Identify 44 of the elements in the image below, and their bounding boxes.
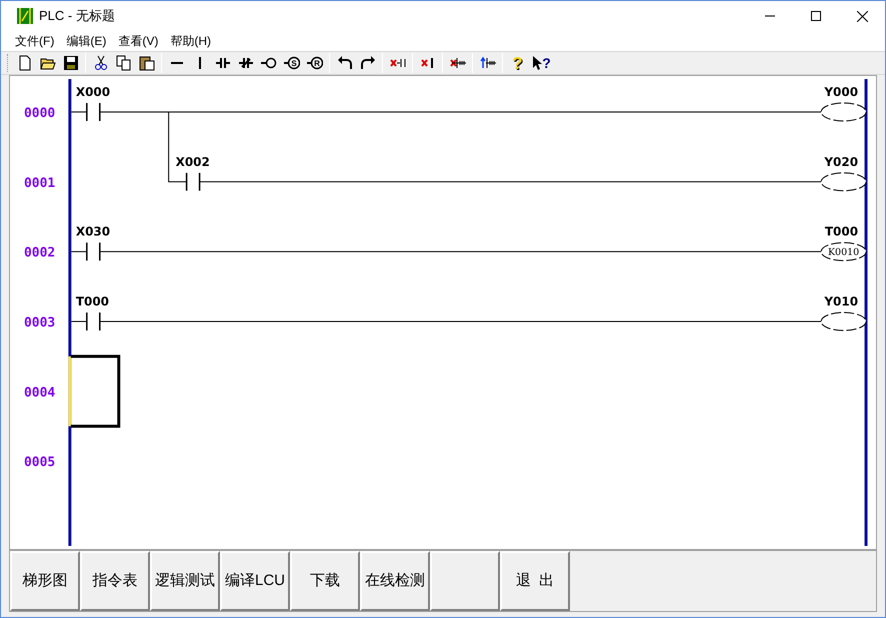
wire — [70, 320, 88, 322]
rung-number: 0003 — [24, 315, 56, 330]
coil-symbol — [820, 172, 867, 192]
command-button[interactable]: 编译LCU — [220, 551, 290, 611]
contact-symbol — [86, 242, 101, 262]
rung-number: 0004 — [24, 385, 56, 400]
menu-item[interactable]: 帮助(H) — [164, 31, 217, 51]
window-title: PLC - 无标题 — [39, 7, 115, 26]
contact-symbol — [186, 172, 200, 192]
rung-number: 0002 — [24, 246, 56, 261]
timer-setting: K0010 — [828, 247, 860, 258]
maximize-icon — [811, 11, 821, 21]
command-button[interactable]: 下载 — [290, 551, 360, 611]
pointer-icon — [533, 56, 542, 70]
coil-label: Y020 — [824, 154, 858, 169]
timer-coil-symbol — [820, 242, 867, 262]
command-button[interactable]: 逻辑测试 — [150, 551, 220, 611]
contact-symbol — [86, 102, 101, 122]
coil-label: T000 — [824, 224, 858, 239]
coil-label: Y010 — [824, 294, 858, 309]
menu-item[interactable]: 查看(V) — [112, 31, 164, 51]
contact-label: X030 — [76, 224, 110, 239]
contact-label: T000 — [76, 294, 109, 309]
menu-item[interactable]: 编辑(E) — [60, 31, 112, 51]
wire — [70, 251, 88, 252]
command-button[interactable]: 在线检测 — [360, 551, 430, 611]
rung-number: 0000 — [24, 106, 56, 121]
coil-symbol — [820, 312, 867, 331]
coil-label: Y000 — [824, 85, 858, 99]
wire — [70, 111, 88, 112]
context-help-button[interactable]: ? — [529, 52, 555, 74]
contact-label: X000 — [76, 85, 110, 99]
close-icon — [856, 10, 868, 22]
command-button[interactable]: 指令表 — [80, 551, 150, 611]
menu-item[interactable]: 文件(F) — [9, 31, 60, 51]
rung-number: 0001 — [24, 176, 56, 191]
command-button[interactable]: 退 出 — [500, 551, 570, 611]
coil-symbol — [820, 102, 867, 122]
rung-number: 0005 — [24, 455, 56, 470]
contact-label: X002 — [176, 154, 210, 169]
command-button[interactable]: 梯形图 — [10, 551, 80, 611]
contact-symbol — [86, 312, 101, 332]
app-icon — [17, 8, 33, 24]
blank-button[interactable] — [430, 551, 500, 611]
